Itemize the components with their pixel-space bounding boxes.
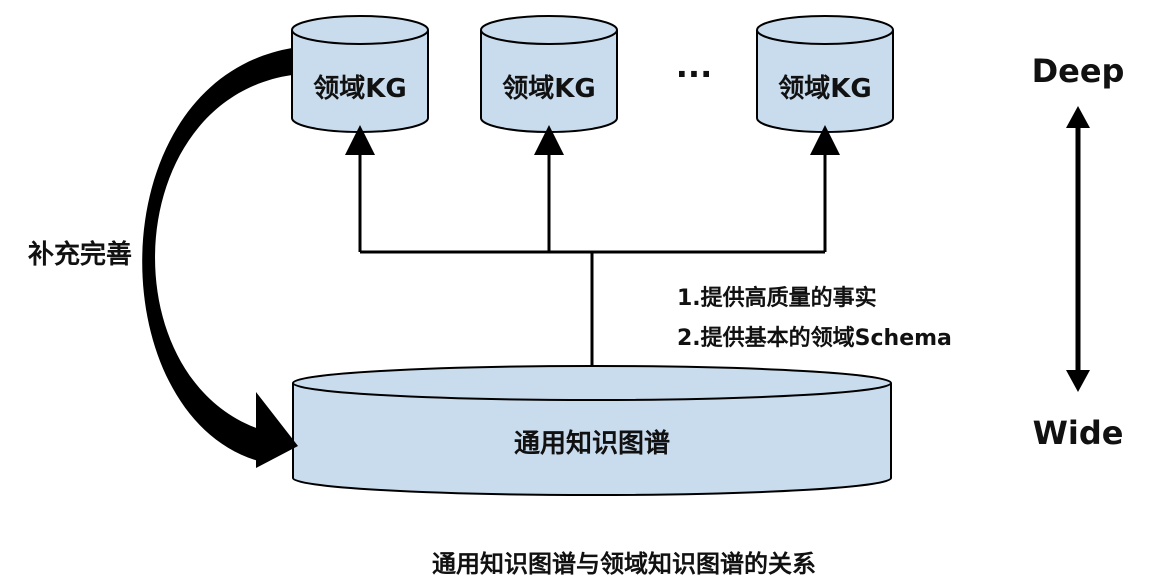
domain-kg-label: 领域KG	[778, 73, 872, 104]
domain-kg-node-1: 领域KG	[291, 15, 429, 133]
depth-width-double-arrow	[1066, 106, 1090, 392]
supplement-label: 补充完善	[28, 239, 132, 270]
domain-kg-node-3: 领域KG	[756, 15, 894, 133]
domain-kg-label: 领域KG	[313, 73, 407, 104]
general-kg-label: 通用知识图谱	[514, 428, 670, 459]
domain-kg-node-2: 领域KG	[480, 15, 618, 133]
general-kg-node: 通用知识图谱	[292, 365, 892, 496]
note-line-1: 1.提供高质量的事实	[677, 285, 877, 311]
diagram-caption: 通用知识图谱与领域知识图谱的关系	[432, 550, 816, 578]
domain-kg-label: 领域KG	[502, 73, 596, 104]
kg-relation-diagram: 领域KG 领域KG ··· 领域KG 通用知识图谱 补充完善 1.提供高质量的事…	[28, 15, 1125, 578]
wide-label: Wide	[1033, 414, 1124, 452]
note-line-2: 2.提供基本的领域Schema	[677, 325, 952, 351]
deep-label: Deep	[1032, 52, 1125, 90]
supplement-arrow	[142, 48, 298, 468]
ellipsis-text: ···	[676, 55, 712, 93]
